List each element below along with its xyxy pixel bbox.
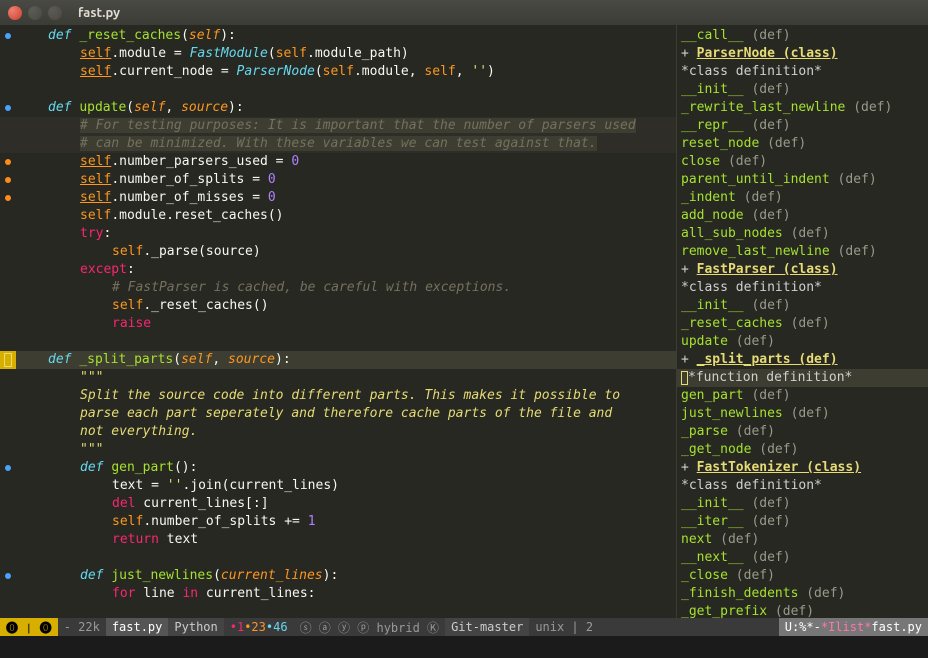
code-line: self.number_of_misses = 0 [16,189,676,207]
outline-cursor [681,371,688,385]
outline-item[interactable]: next (def) [677,531,928,549]
outline-class[interactable]: + FastTokenizer (class) [677,459,928,477]
code-line: raise [16,315,676,333]
outline-item[interactable]: add_node (def) [677,207,928,225]
code-line: def _reset_caches(self): [16,27,676,45]
status-misc: ⓢ ⓐ ⓨ ⓟ hybrid Ⓚ [294,618,445,636]
outline-item[interactable]: all_sub_nodes (def) [677,225,928,243]
outline-item[interactable]: *class definition* [677,477,928,495]
outline-item[interactable]: just_newlines (def) [677,405,928,423]
outline-item[interactable]: __init__ (def) [677,297,928,315]
docstring: parse each part seperately and therefore… [80,406,612,421]
window-title: fast.py [78,6,120,20]
outline-item[interactable]: _indent (def) [677,189,928,207]
window-close-button[interactable] [8,6,22,20]
status-mode[interactable]: Python [168,618,223,636]
outline-class[interactable]: + ParserNode (class) [677,45,928,63]
status-encoding: unix | 2 [529,618,599,636]
outline-pane[interactable]: __call__ (def) + ParserNode (class) *cla… [676,25,928,618]
outline-item[interactable]: close (def) [677,153,928,171]
outline-item[interactable]: _finish_dedents (def) [677,585,928,603]
code-line: def just_newlines(current_lines): [16,567,676,585]
outline-item[interactable]: remove_last_newline (def) [677,243,928,261]
code-line: self._parse(source) [16,243,676,261]
code-line: for line in current_lines: [16,585,676,603]
cursor [4,353,12,367]
outline-item[interactable]: update (def) [677,333,928,351]
outline-item[interactable]: reset_node (def) [677,135,928,153]
code-line: self.number_parsers_used = 0 [16,153,676,171]
main-split: def _reset_caches(self): self.module = F… [0,25,928,618]
docstring: Split the source code into different par… [80,388,620,403]
code-line: del current_lines[:] [16,495,676,513]
code-line: text = ''.join(current_lines) [16,477,676,495]
outline-item[interactable]: __repr__ (def) [677,117,928,135]
code-comment: # can be minimized. With these variables… [80,136,597,151]
code-line: self.current_node = ParserNode(self.modu… [16,63,676,81]
code-comment: # For testing purposes: It is important … [80,118,636,133]
outline-item[interactable]: _get_node (def) [677,441,928,459]
status-filename[interactable]: fast.py [106,618,169,636]
outline-item[interactable]: *class definition* [677,63,928,81]
outline-item[interactable]: _reset_caches (def) [677,315,928,333]
docstring: """ [80,370,103,385]
code-line: self.number_of_splits += 1 [16,513,676,531]
docstring: """ [80,442,103,457]
code-line: self.module = FastModule(self.module_pat… [16,45,676,63]
status-bar: ⓿ ❘ ⓿ - 22k fast.py Python •1 •23 •46 ⓢ … [0,618,928,636]
code-line: self.number_of_splits = 0 [16,171,676,189]
outline-item[interactable]: __init__ (def) [677,81,928,99]
status-warnings[interactable]: ⓿ ❘ ⓿ [0,618,58,636]
outline-item-current[interactable]: *function definition* [677,369,928,387]
code-line: return text [16,531,676,549]
outline-item[interactable]: __call__ (def) [677,27,928,45]
outline-item[interactable]: __init__ (def) [677,495,928,513]
status-right-mode: U:%*- *Ilist* fast.py [779,618,928,636]
minibuffer[interactable] [0,636,928,658]
outline-item[interactable]: _rewrite_last_newline (def) [677,99,928,117]
code-editor-pane[interactable]: def _reset_caches(self): self.module = F… [0,25,676,618]
code-line: def gen_part(): [16,459,676,477]
code-line: self.module.reset_caches() [16,207,676,225]
code-line: try: [16,225,676,243]
window-minimize-button[interactable] [28,6,42,20]
code-line: self._reset_caches() [16,297,676,315]
status-git[interactable]: Git-master [445,618,529,636]
outline-item[interactable]: + _split_parts (def) [677,351,928,369]
outline-item[interactable]: __next__ (def) [677,549,928,567]
outline-item[interactable]: gen_part (def) [677,387,928,405]
window-titlebar: fast.py [0,0,928,25]
outline-class[interactable]: + FastParser (class) [677,261,928,279]
code-line-current: def _split_parts(self, source): [16,351,676,369]
outline-item[interactable]: parent_until_indent (def) [677,171,928,189]
code-line: def update(self, source): [16,99,676,117]
outline-item[interactable]: __iter__ (def) [677,513,928,531]
window-maximize-button[interactable] [48,6,62,20]
outline-item[interactable]: _close (def) [677,567,928,585]
docstring: not everything. [80,424,197,439]
outline-item[interactable]: _get_prefix (def) [677,603,928,618]
code-line: except: [16,261,676,279]
outline-item[interactable]: _parse (def) [677,423,928,441]
status-filesize: - 22k [58,618,106,636]
outline-item[interactable]: *class definition* [677,279,928,297]
code-comment: # FastParser is cached, be careful with … [112,280,511,295]
status-flycheck[interactable]: •1 •23 •46 [224,618,294,636]
